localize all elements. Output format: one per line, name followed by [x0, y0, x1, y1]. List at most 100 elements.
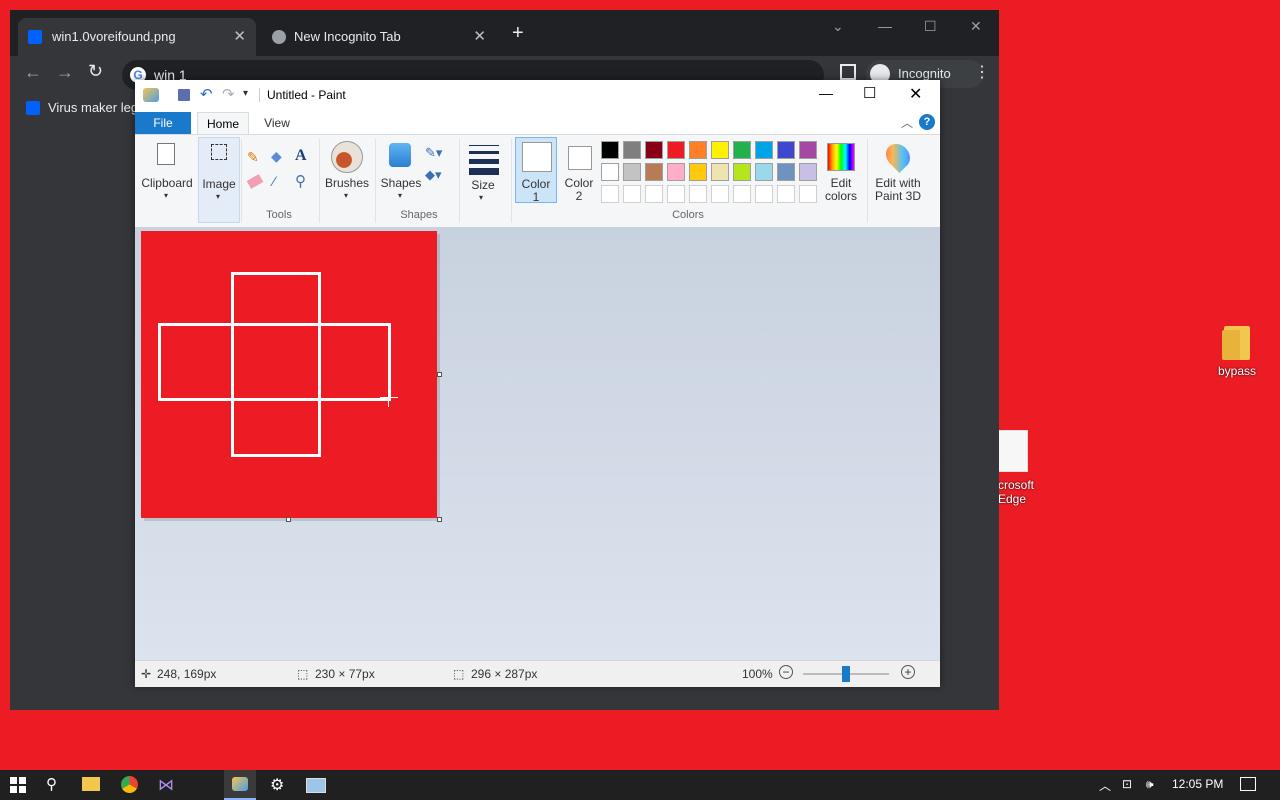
remote-desktop-icon[interactable] — [306, 778, 326, 793]
minimize-button[interactable]: — — [878, 18, 892, 34]
color-swatch[interactable] — [601, 141, 619, 159]
color1-button[interactable]: Color 1 — [515, 137, 557, 204]
tab-file[interactable]: File — [135, 112, 191, 134]
file-explorer-icon[interactable] — [82, 777, 100, 791]
tab-incognito[interactable]: New Incognito Tab ✕ — [260, 18, 496, 56]
edit-with-paint3d-button[interactable]: Edit with Paint 3D — [871, 137, 925, 203]
color2-button[interactable]: Color 2 — [559, 137, 599, 203]
custom-color-slot[interactable] — [711, 185, 729, 203]
color-swatch[interactable] — [623, 141, 641, 159]
color-swatch[interactable] — [777, 163, 795, 181]
custom-color-slot[interactable] — [623, 185, 641, 203]
fill-shape-icon[interactable]: ◆▾ — [425, 167, 442, 183]
bookmark-item[interactable]: Virus maker legi — [48, 100, 141, 115]
custom-color-slot[interactable] — [733, 185, 751, 203]
paint-app-icon — [143, 88, 159, 102]
outline-icon[interactable]: ✎▾ — [425, 145, 442, 161]
custom-color-slot[interactable] — [777, 185, 795, 203]
resize-handle-corner[interactable] — [437, 517, 442, 522]
color-swatch[interactable] — [799, 141, 817, 159]
chrome-icon[interactable] — [121, 776, 138, 793]
network-icon[interactable]: ⊡ — [1122, 777, 1132, 791]
image-button[interactable]: Image ▾ — [198, 137, 240, 223]
shapes-label: Shapes — [380, 176, 422, 190]
back-icon[interactable]: ← — [24, 62, 42, 83]
color-swatch[interactable] — [733, 163, 751, 181]
show-hidden-icons[interactable]: ︿ — [1099, 777, 1111, 794]
zoom-slider-thumb[interactable] — [842, 666, 850, 682]
custom-color-slot[interactable] — [667, 185, 685, 203]
customize-qat-icon[interactable]: ▾ — [243, 88, 248, 99]
color-swatch[interactable] — [667, 163, 685, 181]
size-button[interactable]: Size ▾ — [463, 137, 503, 202]
text-icon[interactable]: A — [295, 147, 307, 165]
search-icon[interactable]: ⚲ — [46, 775, 66, 795]
color-swatch[interactable] — [667, 141, 685, 159]
tab-search-icon[interactable]: ⌄ — [832, 18, 844, 35]
color-swatch[interactable] — [645, 141, 663, 159]
minimize-button[interactable]: — — [819, 85, 833, 101]
fill-icon[interactable]: ◆ — [271, 148, 282, 165]
edit-colors-button[interactable]: Edit colors — [819, 137, 863, 203]
color-swatch[interactable] — [755, 163, 773, 181]
color-swatch[interactable] — [711, 163, 729, 181]
color-swatch[interactable] — [601, 163, 619, 181]
settings-icon[interactable]: ⚙ — [270, 775, 290, 795]
image-size: 296 × 287px — [471, 667, 538, 681]
desktop-icon-bypass[interactable]: bypass — [1210, 326, 1264, 378]
tab-png[interactable]: win1.0voreifound.png ✕ — [18, 18, 256, 56]
clipboard-button[interactable]: Clipboard ▾ — [139, 137, 195, 201]
eraser-icon[interactable] — [246, 174, 264, 189]
color-swatch[interactable] — [645, 163, 663, 181]
notifications-icon[interactable] — [1240, 777, 1256, 791]
color-picker-icon[interactable]: ⁄ — [273, 173, 275, 189]
custom-color-slot[interactable] — [601, 185, 619, 203]
color-swatch[interactable] — [799, 163, 817, 181]
zoom-out-icon[interactable]: − — [779, 665, 793, 679]
help-icon[interactable]: ? — [919, 114, 935, 130]
resize-handle-right[interactable] — [437, 372, 442, 377]
color-swatch[interactable] — [755, 141, 773, 159]
undo-icon[interactable]: ↶ — [200, 85, 213, 103]
volume-icon[interactable]: 🕪 — [1146, 777, 1154, 792]
brushes-button[interactable]: Brushes ▾ — [323, 137, 371, 201]
drawing-canvas[interactable] — [141, 231, 437, 518]
color-swatch[interactable] — [711, 141, 729, 159]
menu-icon[interactable]: ⋮ — [974, 62, 990, 82]
paint-taskbar-icon[interactable] — [224, 770, 256, 800]
forward-icon[interactable]: → — [56, 62, 74, 83]
maximize-button[interactable]: ☐ — [863, 84, 876, 102]
color-swatch[interactable] — [777, 141, 795, 159]
magnifier-icon[interactable]: ⚲ — [295, 172, 306, 190]
reload-icon[interactable]: ↻ — [88, 61, 103, 82]
close-icon[interactable]: ✕ — [473, 18, 486, 56]
color-swatch[interactable] — [689, 141, 707, 159]
new-tab-button[interactable]: + — [512, 22, 524, 45]
clock[interactable]: 12:05 PM — [1172, 777, 1223, 791]
close-icon[interactable]: ✕ — [233, 18, 246, 56]
color-swatch[interactable] — [733, 141, 751, 159]
custom-color-slot[interactable] — [645, 185, 663, 203]
close-button[interactable]: ✕ — [909, 84, 922, 104]
visual-studio-icon[interactable]: ⋈ — [158, 775, 178, 795]
custom-color-slot[interactable] — [689, 185, 707, 203]
custom-color-slot[interactable] — [755, 185, 773, 203]
zoom-in-icon[interactable]: + — [901, 665, 915, 679]
redo-icon[interactable]: ↷ — [222, 85, 235, 103]
shapes-button[interactable]: Shapes ▾ — [379, 137, 423, 201]
color-swatch[interactable] — [689, 163, 707, 181]
desktop-icon-edge[interactable]: crosoft Edge — [998, 430, 1048, 506]
resize-handle-bottom[interactable] — [286, 517, 291, 522]
maximize-button[interactable]: ☐ — [924, 18, 937, 35]
close-window-button[interactable]: ✕ — [970, 18, 982, 35]
windows-start-icon[interactable] — [10, 777, 26, 793]
custom-color-slot[interactable] — [799, 185, 817, 203]
tab-home[interactable]: Home — [197, 112, 249, 135]
color-swatch[interactable] — [623, 163, 641, 181]
title-divider — [259, 88, 260, 102]
tab-view[interactable]: View — [253, 112, 301, 134]
minimize-ribbon-icon[interactable]: ︿ — [901, 114, 913, 131]
pencil-icon[interactable]: ✎ — [247, 149, 259, 166]
save-icon[interactable] — [178, 89, 190, 101]
side-panel-icon[interactable] — [840, 64, 856, 80]
